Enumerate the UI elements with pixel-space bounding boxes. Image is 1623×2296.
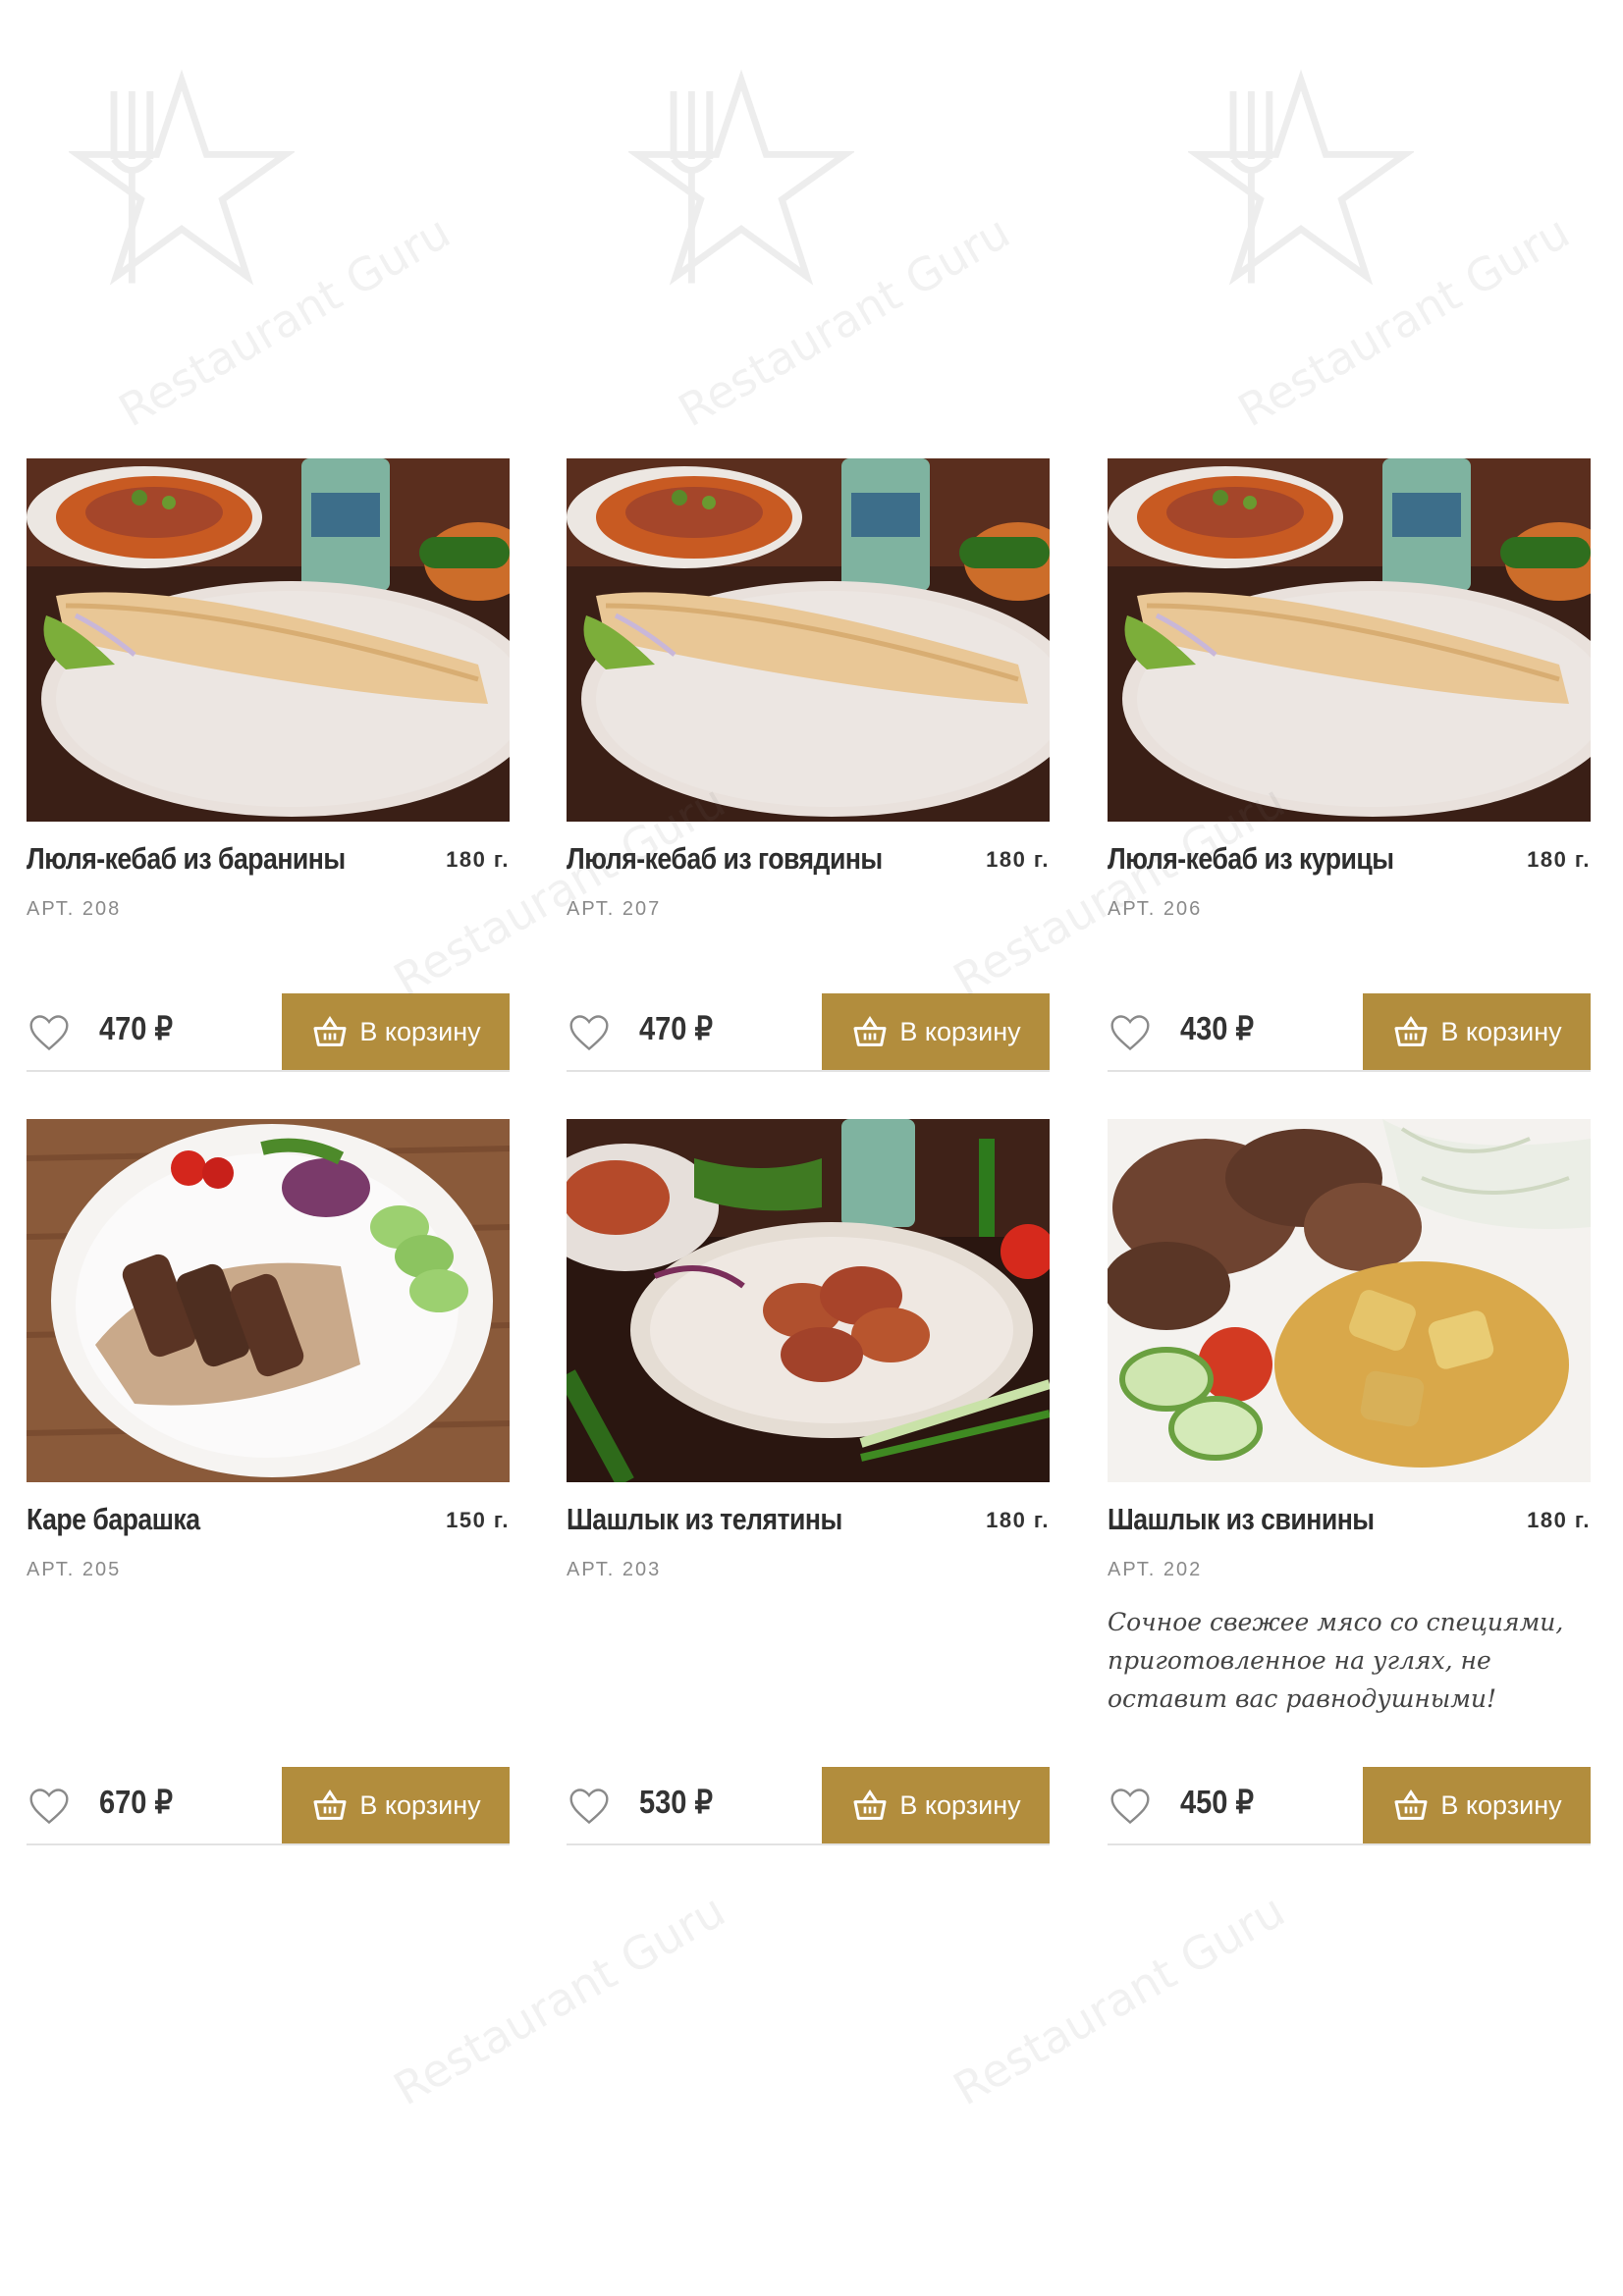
basket-icon bbox=[1394, 1015, 1428, 1046]
product-weight: 180 г. bbox=[1527, 1508, 1591, 1532]
basket-icon bbox=[313, 1789, 347, 1820]
product-title[interactable]: Люля-кебаб из курицы bbox=[1108, 841, 1462, 877]
price-value: 470 bbox=[639, 1010, 687, 1046]
product-card: Люля-кебаб из говядины 180 г. АРТ. 207 4… bbox=[567, 458, 1050, 1072]
add-to-cart-label: В корзину bbox=[1440, 1016, 1562, 1046]
product-card: Люля-кебаб из курицы 180 г. АРТ. 206 430… bbox=[1108, 458, 1591, 1072]
product-weight: 150 г. bbox=[446, 1508, 510, 1532]
currency-sign: ₽ bbox=[1235, 1010, 1255, 1046]
add-to-cart-label: В корзину bbox=[899, 1789, 1021, 1820]
currency-sign: ₽ bbox=[154, 1784, 174, 1820]
add-to-cart-button[interactable]: В корзину bbox=[822, 993, 1050, 1070]
product-description: Сочное свежее мясо со специями, приготов… bbox=[1108, 1608, 1564, 1713]
watermark-text: Restaurant Guru bbox=[109, 204, 460, 438]
add-to-cart-button[interactable]: В корзину bbox=[822, 1767, 1050, 1843]
product-weight: 180 г. bbox=[446, 847, 510, 872]
restaurant-guru-logo-watermark bbox=[1188, 69, 1414, 286]
product-card: Шашлык из телятины 180 г. АРТ. 203 530 ₽… bbox=[567, 1119, 1050, 1845]
basket-icon bbox=[313, 1015, 347, 1046]
product-title[interactable]: Шашлык из свинины bbox=[1108, 1502, 1462, 1537]
product-weight: 180 г. bbox=[1527, 847, 1591, 872]
product-price: 470 ₽ bbox=[99, 1009, 173, 1047]
add-to-cart-button[interactable]: В корзину bbox=[282, 1767, 510, 1843]
product-weight: 180 г. bbox=[986, 847, 1050, 872]
product-image-veal-shashlik[interactable] bbox=[567, 1119, 1050, 1482]
product-footer: 450 ₽ В корзину bbox=[1108, 1767, 1591, 1845]
product-card: Каре барашка 150 г. АРТ. 205 670 ₽ В кор… bbox=[27, 1119, 510, 1845]
add-to-cart-label: В корзину bbox=[899, 1016, 1021, 1046]
product-image-lamb-rack[interactable] bbox=[27, 1119, 510, 1482]
watermark-text: Restaurant Guru bbox=[944, 1883, 1294, 2116]
product-price: 530 ₽ bbox=[639, 1783, 713, 1821]
restaurant-guru-logo-watermark bbox=[628, 69, 854, 286]
watermark-text: Restaurant Guru bbox=[1228, 204, 1579, 438]
product-price: 450 ₽ bbox=[1180, 1783, 1254, 1821]
currency-sign: ₽ bbox=[1235, 1784, 1255, 1820]
heart-icon[interactable] bbox=[1108, 1785, 1153, 1828]
product-price: 430 ₽ bbox=[1180, 1009, 1254, 1047]
price-value: 670 bbox=[99, 1784, 147, 1820]
product-article: АРТ. 202 bbox=[1108, 1559, 1203, 1580]
product-price: 670 ₽ bbox=[99, 1783, 173, 1821]
price-value: 430 bbox=[1180, 1010, 1228, 1046]
product-card: Шашлык из свинины 180 г. АРТ. 202 Сочное… bbox=[1108, 1119, 1591, 1845]
product-footer: 670 ₽ В корзину bbox=[27, 1767, 510, 1845]
product-footer: 430 ₽ В корзину bbox=[1108, 993, 1591, 1072]
add-to-cart-button[interactable]: В корзину bbox=[282, 993, 510, 1070]
heart-icon[interactable] bbox=[1108, 1011, 1153, 1054]
add-to-cart-label: В корзину bbox=[359, 1016, 481, 1046]
basket-icon bbox=[853, 1789, 887, 1820]
product-title[interactable]: Люля-кебаб из баранины bbox=[27, 841, 381, 877]
price-value: 470 bbox=[99, 1010, 147, 1046]
product-article: АРТ. 207 bbox=[567, 898, 662, 920]
heart-icon[interactable] bbox=[567, 1785, 612, 1828]
basket-icon bbox=[853, 1015, 887, 1046]
currency-sign: ₽ bbox=[694, 1010, 714, 1046]
product-image-lula-beef[interactable] bbox=[567, 458, 1050, 822]
product-article: АРТ. 208 bbox=[27, 898, 122, 920]
add-to-cart-label: В корзину bbox=[359, 1789, 481, 1820]
product-title[interactable]: Каре барашка bbox=[27, 1502, 381, 1537]
product-footer: 470 ₽ В корзину bbox=[27, 993, 510, 1072]
product-image-lula-lamb[interactable] bbox=[27, 458, 510, 822]
product-article: АРТ. 206 bbox=[1108, 898, 1203, 920]
price-value: 530 bbox=[639, 1784, 687, 1820]
watermark-text: Restaurant Guru bbox=[384, 1883, 734, 2116]
product-card: Люля-кебаб из баранины 180 г. АРТ. 208 4… bbox=[27, 458, 510, 1072]
heart-icon[interactable] bbox=[27, 1785, 72, 1828]
add-to-cart-button[interactable]: В корзину bbox=[1363, 993, 1591, 1070]
product-image-pork-shashlik[interactable] bbox=[1108, 1119, 1591, 1482]
product-weight: 180 г. bbox=[986, 1508, 1050, 1532]
watermark-text: Restaurant Guru bbox=[669, 204, 1019, 438]
currency-sign: ₽ bbox=[694, 1784, 714, 1820]
heart-icon[interactable] bbox=[27, 1011, 72, 1054]
add-to-cart-label: В корзину bbox=[1440, 1789, 1562, 1820]
product-article: АРТ. 203 bbox=[567, 1559, 662, 1580]
price-value: 450 bbox=[1180, 1784, 1228, 1820]
product-footer: 530 ₽ В корзину bbox=[567, 1767, 1050, 1845]
add-to-cart-button[interactable]: В корзину bbox=[1363, 1767, 1591, 1843]
product-price: 470 ₽ bbox=[639, 1009, 713, 1047]
product-title[interactable]: Люля-кебаб из говядины bbox=[567, 841, 921, 877]
product-title[interactable]: Шашлык из телятины bbox=[567, 1502, 921, 1537]
product-article: АРТ. 205 bbox=[27, 1559, 122, 1580]
heart-icon[interactable] bbox=[567, 1011, 612, 1054]
product-image-lula-chicken[interactable] bbox=[1108, 458, 1591, 822]
basket-icon bbox=[1394, 1789, 1428, 1820]
product-footer: 470 ₽ В корзину bbox=[567, 993, 1050, 1072]
restaurant-guru-logo-watermark bbox=[69, 69, 295, 286]
currency-sign: ₽ bbox=[154, 1010, 174, 1046]
